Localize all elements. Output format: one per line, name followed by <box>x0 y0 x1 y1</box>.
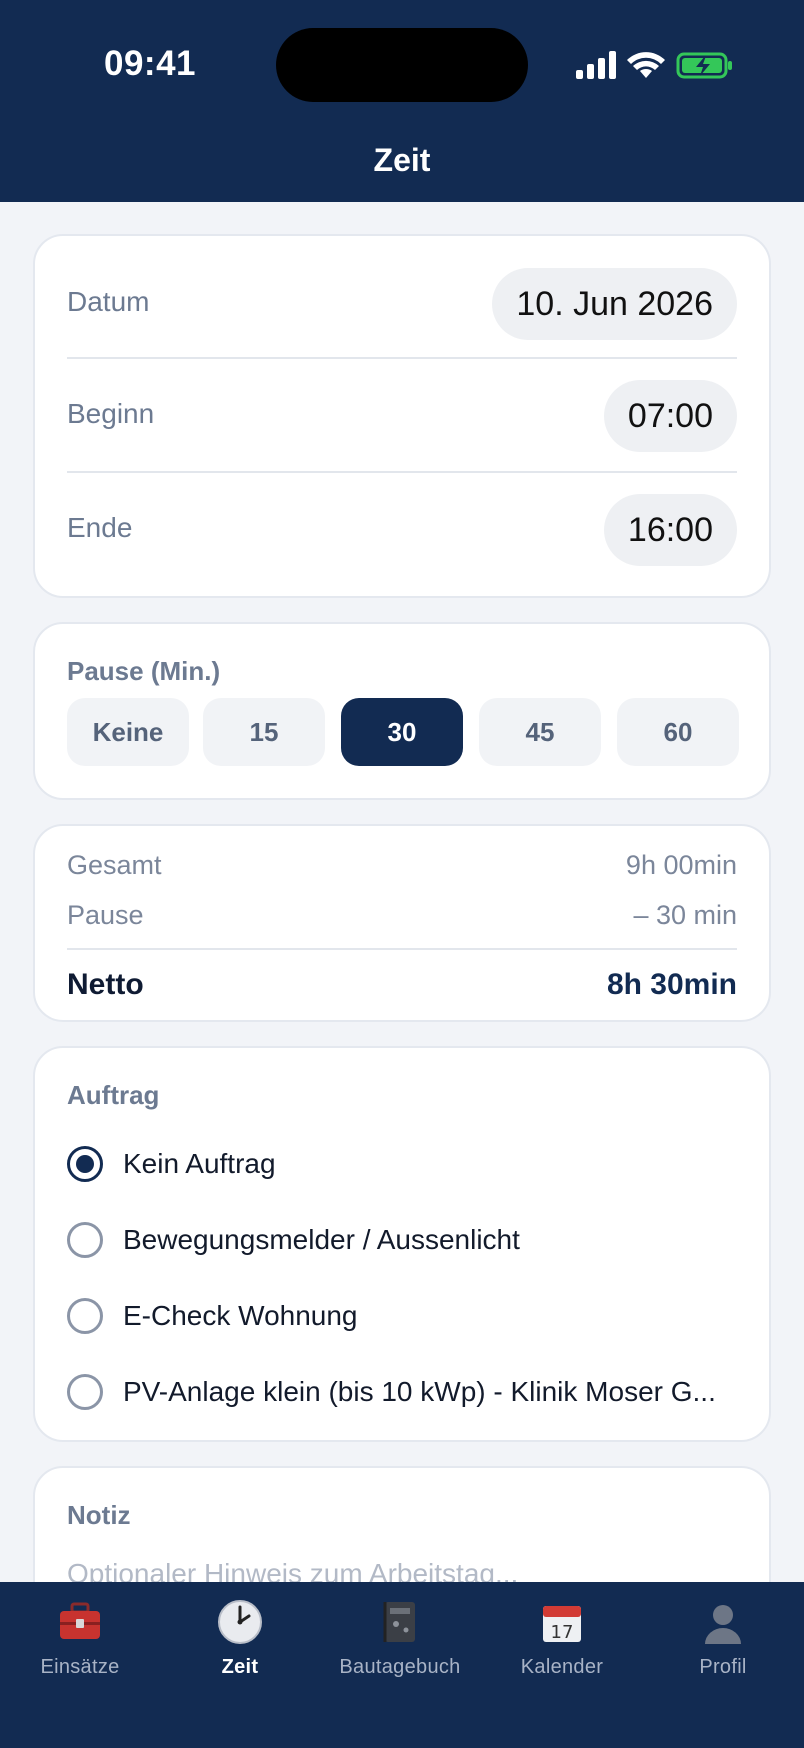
pause-option-60[interactable]: 60 <box>617 698 739 766</box>
pause-summary-label: Pause <box>67 900 144 930</box>
auftrag-card: Auftrag Kein Auftrag Bewegungsmelder / A… <box>33 1046 771 1442</box>
auftrag-option[interactable]: Bewegungsmelder / Aussenlicht <box>67 1220 737 1260</box>
person-icon <box>705 1605 741 1644</box>
pause-summary-value: – 30 min <box>633 900 737 930</box>
radio-unselected-icon <box>67 1374 103 1410</box>
tab-bautagebuch[interactable]: Bautagebuch <box>320 1598 480 1679</box>
tab-label: Profil <box>699 1656 747 1678</box>
divider <box>67 357 737 359</box>
signal-icon <box>576 51 616 79</box>
tab-bar: Einsätze Zeit Bautagebuch 17 Kalender Pr… <box>0 1582 804 1748</box>
tab-kalender[interactable]: 17 Kalender <box>482 1598 642 1679</box>
battery-icon <box>676 52 732 79</box>
tab-label: Bautagebuch <box>339 1656 461 1678</box>
auftrag-option[interactable]: PV-Anlage klein (bis 10 kWp) - Klinik Mo… <box>67 1372 737 1412</box>
total-label: Gesamt <box>67 850 162 880</box>
radio-unselected-icon <box>67 1298 103 1334</box>
date-label: Datum <box>67 286 150 317</box>
net-value: 8h 30min <box>606 968 737 1001</box>
summary-card: Gesamt 9h 00min Pause – 30 min Netto 8h … <box>33 824 771 1022</box>
net-label: Netto <box>67 968 144 1001</box>
wifi-icon <box>627 52 665 78</box>
auftrag-option-label: Bewegungsmelder / Aussenlicht <box>123 1224 520 1255</box>
pause-option-15[interactable]: 15 <box>203 698 325 766</box>
date-time-card: Datum 10. Jun 2026 Beginn 07:00 Ende 16:… <box>33 234 771 598</box>
tab-zeit[interactable]: Zeit <box>160 1598 320 1679</box>
tab-label: Einsätze <box>40 1656 120 1678</box>
tab-profil[interactable]: Profil <box>643 1598 803 1679</box>
auftrag-option-label: PV-Anlage klein (bis 10 kWp) - Klinik Mo… <box>123 1376 716 1407</box>
auftrag-option[interactable]: E-Check Wohnung <box>67 1296 737 1336</box>
pause-title: Pause (Min.) <box>67 656 221 686</box>
auftrag-option[interactable]: Kein Auftrag <box>67 1144 737 1184</box>
pause-option-45[interactable]: 45 <box>479 698 601 766</box>
toolbox-icon <box>60 1602 100 1639</box>
start-time-picker[interactable]: 07:00 <box>603 380 737 452</box>
divider <box>67 471 737 473</box>
tab-label: Zeit <box>221 1656 259 1678</box>
auftrag-title: Auftrag <box>67 1080 160 1110</box>
notebook-icon <box>383 1602 415 1642</box>
calendar-icon: 17 <box>543 1606 581 1643</box>
radio-selected-icon <box>67 1146 103 1182</box>
dynamic-island <box>276 28 528 102</box>
status-icons <box>576 51 732 79</box>
end-time-picker[interactable]: 16:00 <box>603 494 737 566</box>
clock-icon <box>218 1600 262 1644</box>
status-time: 09:41 <box>104 44 197 83</box>
pause-option-none[interactable]: Keine <box>67 698 189 766</box>
pause-option-30[interactable]: 30 <box>341 698 463 766</box>
tab-label: Kalender <box>520 1656 604 1678</box>
date-picker[interactable]: 10. Jun 2026 <box>492 268 737 340</box>
tab-einsaetze[interactable]: Einsätze <box>0 1598 160 1679</box>
page-title: Zeit <box>373 142 431 178</box>
pause-card: Pause (Min.) Keine 15 30 45 60 <box>33 622 771 800</box>
note-title: Notiz <box>67 1500 131 1530</box>
start-label: Beginn <box>67 398 155 429</box>
auftrag-option-label: Kein Auftrag <box>123 1148 276 1179</box>
auftrag-option-label: E-Check Wohnung <box>123 1300 358 1331</box>
radio-unselected-icon <box>67 1222 103 1258</box>
divider <box>67 948 737 950</box>
svg-text:17: 17 <box>551 1622 574 1643</box>
app-header: 09:41 Zeit <box>0 0 804 202</box>
end-label: Ende <box>67 512 133 543</box>
total-value: 9h 00min <box>625 850 737 880</box>
